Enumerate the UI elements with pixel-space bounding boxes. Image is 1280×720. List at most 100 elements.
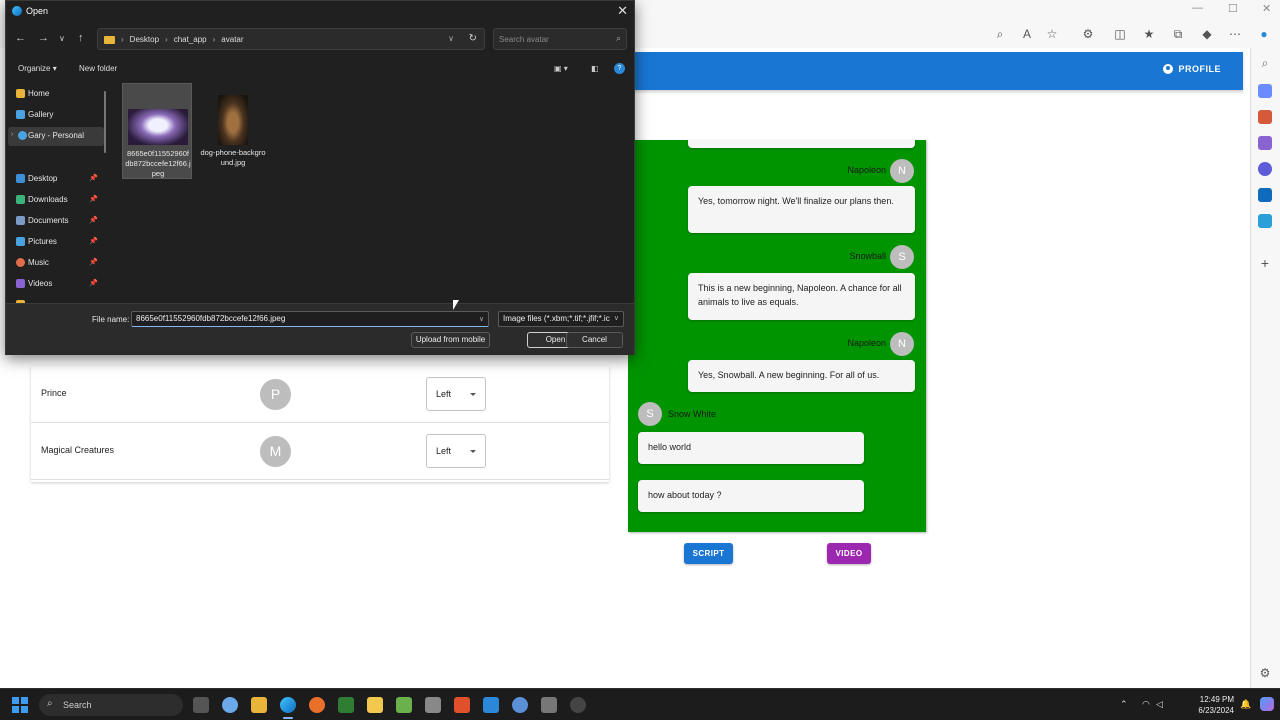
forward-arrow-icon[interactable]: → <box>38 32 49 44</box>
search-icon[interactable]: ⌕ <box>1258 56 1272 70</box>
chevron-down-icon[interactable]: ∨ <box>448 34 454 43</box>
file-explorer-icon[interactable] <box>251 697 267 713</box>
shopping-icon[interactable] <box>1258 84 1272 98</box>
volume-icon[interactable]: ◁ <box>1156 699 1163 710</box>
chat-bubble: Yes, Snowball. A new beginning. For all … <box>688 360 915 392</box>
breadcrumb-chat-app[interactable]: chat_app <box>174 35 207 44</box>
nav-item-onedrive[interactable]: › Gary - Personal <box>8 127 104 146</box>
cancel-button[interactable]: Cancel <box>566 332 623 348</box>
brave-icon[interactable] <box>454 697 470 713</box>
avatar[interactable]: P <box>260 379 291 410</box>
copilot-sidebar-icon[interactable] <box>1258 162 1272 176</box>
help-icon[interactable]: ? <box>614 63 625 74</box>
database-icon[interactable] <box>512 697 528 713</box>
view-options-icon[interactable]: ▣ ▾ <box>554 64 568 73</box>
nav-item-music[interactable]: Music 📌 <box>12 254 104 273</box>
file-tile[interactable]: dog-phone-background.jpg <box>198 83 268 179</box>
weather-icon[interactable] <box>222 697 238 713</box>
close-icon[interactable]: ✕ <box>617 3 628 19</box>
address-bar[interactable]: › Desktop › chat_app › avatar ∨ ↻ <box>97 28 485 50</box>
nav-item-folder-partial[interactable] <box>12 296 104 303</box>
task-view-icon[interactable] <box>193 697 209 713</box>
favorites-icon[interactable]: ★ <box>1141 26 1157 42</box>
music-icon <box>16 258 25 267</box>
file-name-field[interactable]: 8665e0f11552960fdb872bccefe12f66.jpeg <box>131 311 489 327</box>
character-name: Prince <box>41 388 67 398</box>
extensions-icon[interactable]: ⚙ <box>1080 26 1096 42</box>
add-icon[interactable]: + <box>1258 256 1272 270</box>
copilot-tray-icon[interactable] <box>1260 697 1274 711</box>
minimize-icon[interactable]: — <box>1192 2 1203 14</box>
browser-sidebar: ⌕ + ⚙ <box>1251 48 1280 688</box>
upload-from-mobile-button[interactable]: Upload from mobile <box>411 332 490 348</box>
refresh-icon[interactable]: ↻ <box>469 33 477 44</box>
firefox-icon[interactable] <box>309 697 325 713</box>
new-folder-button[interactable]: New folder <box>79 64 117 73</box>
vpn-icon[interactable]: ◆ <box>1199 26 1215 42</box>
preview-pane-icon[interactable]: ◧ <box>591 64 599 73</box>
chat-bubble: hello world <box>638 432 864 464</box>
notepad-icon[interactable] <box>367 697 383 713</box>
games-icon[interactable] <box>1258 136 1272 150</box>
download-icon <box>16 195 25 204</box>
copilot-icon[interactable]: ● <box>1256 26 1272 42</box>
nav-item-pictures[interactable]: Pictures 📌 <box>12 233 104 252</box>
chevron-up-icon[interactable]: ⌃ <box>1120 699 1128 710</box>
chevron-down-icon[interactable]: ∨ <box>479 315 484 323</box>
outlook-icon[interactable] <box>1258 188 1272 202</box>
gallery-icon <box>16 110 25 119</box>
nav-item-videos[interactable]: Videos 📌 <box>12 275 104 294</box>
file-list: 8665e0f11552960fdb872bccefe12f66.jpeg do… <box>110 81 634 303</box>
nav-item-label: Music <box>28 258 49 267</box>
chevron-right-icon: › <box>212 35 216 44</box>
table-row: Prince P Left <box>31 366 609 423</box>
edge-icon[interactable] <box>280 697 296 713</box>
chat-panel[interactable]: Napoleon N Yes, tomorrow night. We'll fi… <box>628 140 926 532</box>
collections-icon[interactable]: ⧉ <box>1170 26 1186 42</box>
nav-item-documents[interactable]: Documents 📌 <box>12 212 104 231</box>
breadcrumb-desktop[interactable]: Desktop <box>130 35 159 44</box>
obs-icon[interactable] <box>570 697 586 713</box>
file-tile[interactable]: 8665e0f11552960fdb872bccefe12f66.jpeg <box>122 83 192 179</box>
calculator-icon[interactable] <box>425 697 441 713</box>
split-screen-icon[interactable]: ◫ <box>1112 26 1128 42</box>
more-menu-icon[interactable]: ⋯ <box>1227 26 1243 42</box>
search-input[interactable] <box>499 33 609 46</box>
script-button[interactable]: SCRIPT <box>684 543 733 564</box>
read-aloud-icon[interactable]: A <box>1019 26 1035 42</box>
nav-item-downloads[interactable]: Downloads 📌 <box>12 191 104 210</box>
profile-button[interactable]: PROFILE <box>1163 64 1221 74</box>
clock[interactable]: 12:49 PM 6/23/2024 <box>1198 694 1234 716</box>
avatar[interactable]: M <box>260 436 291 467</box>
video-button[interactable]: VIDEO <box>827 543 871 564</box>
dialog-title: Open <box>26 6 49 16</box>
side-select[interactable]: Left <box>426 377 486 411</box>
recent-locations-chevron-icon[interactable]: ∨ <box>59 34 65 43</box>
wifi-icon[interactable]: ◠ <box>1142 699 1150 710</box>
nav-scrollbar[interactable] <box>104 91 106 153</box>
video-editor-icon[interactable] <box>541 697 557 713</box>
notification-bell-icon[interactable]: 🔔 <box>1240 699 1251 710</box>
close-window-icon[interactable]: ✕ <box>1262 2 1271 15</box>
nav-item-desktop[interactable]: Desktop 📌 <box>12 170 104 189</box>
zoom-icon[interactable]: ⌕ <box>992 26 1008 42</box>
terminal-icon[interactable] <box>338 697 354 713</box>
maximize-icon[interactable]: ☐ <box>1228 2 1238 15</box>
tools-icon[interactable] <box>1258 110 1272 124</box>
organize-button[interactable]: Organize ▾ <box>18 64 57 73</box>
side-select[interactable]: Left <box>426 434 486 468</box>
send-icon[interactable] <box>1258 214 1272 228</box>
start-windows-icon[interactable] <box>12 697 28 713</box>
settings-gear-icon[interactable]: ⚙ <box>1258 666 1272 680</box>
git-icon[interactable] <box>396 697 412 713</box>
nav-item-gallery[interactable]: Gallery <box>12 106 104 125</box>
search-box[interactable]: ⌕ <box>493 28 627 50</box>
favorite-star-icon[interactable]: ☆ <box>1044 26 1060 42</box>
nav-item-home[interactable]: Home <box>12 85 104 104</box>
up-arrow-icon[interactable]: ↑ <box>78 32 84 44</box>
taskbar-search[interactable]: ⌕ Search <box>39 694 183 716</box>
breadcrumb-avatar[interactable]: avatar <box>221 35 243 44</box>
file-type-select[interactable]: Image files (*.xbm;*.tif;*.jfif;*.ic ∨ <box>498 311 624 327</box>
back-arrow-icon[interactable]: ← <box>15 32 26 44</box>
vscode-icon[interactable] <box>483 697 499 713</box>
